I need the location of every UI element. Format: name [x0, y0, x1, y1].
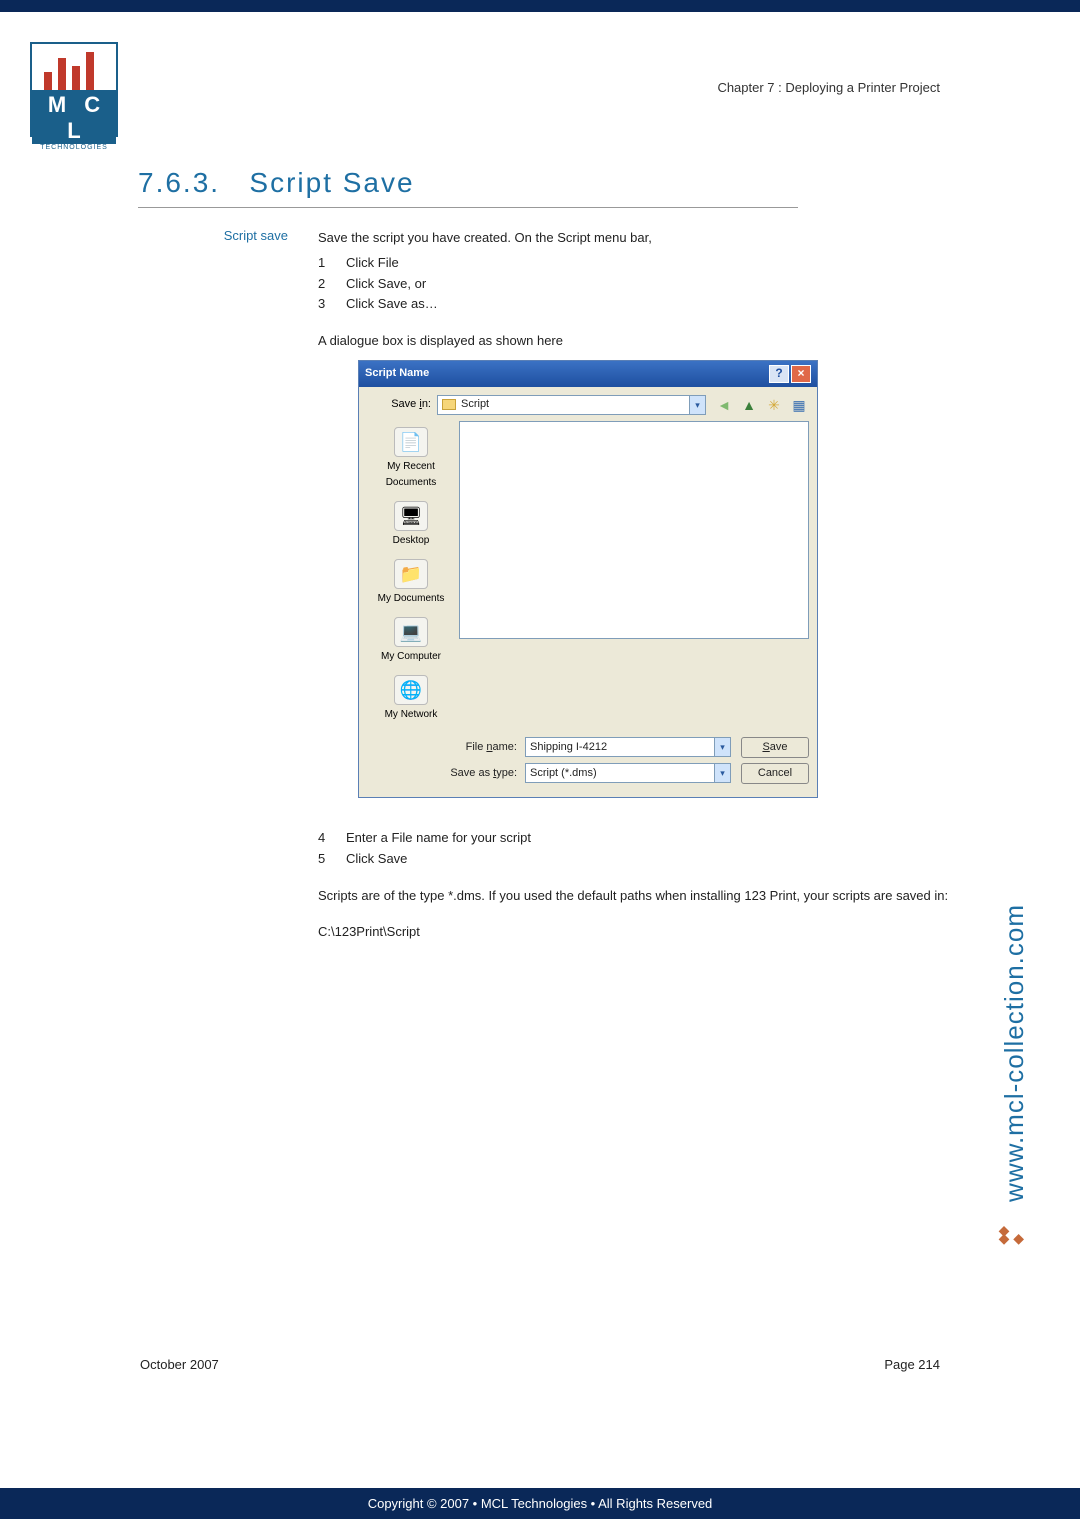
section-number: 7.6.3.	[138, 167, 220, 198]
section-name: Script Save	[249, 167, 414, 198]
place-recent[interactable]: 📄My Recent Documents	[367, 427, 455, 491]
dialog-titlebar: Script Name ? ×	[359, 361, 817, 387]
file-name-label: File name:	[367, 739, 525, 757]
save-in-value: Script	[461, 396, 489, 414]
new-folder-icon[interactable]: ✳	[764, 395, 784, 415]
file-list-area[interactable]	[459, 421, 809, 639]
dialog-note: A dialogue box is displayed as shown her…	[318, 331, 950, 352]
footer-page: Page 214	[884, 1357, 940, 1372]
file-name-input[interactable]: Shipping I-4212 ▾	[525, 737, 731, 757]
logo-subtext: TECHNOLOGIES	[32, 144, 116, 151]
logo-initials: M C L	[32, 90, 116, 144]
body-text: Save the script you have created. On the…	[318, 228, 950, 943]
mcl-logo: M C L TECHNOLOGIES	[30, 42, 118, 137]
chevron-down-icon[interactable]: ▾	[689, 396, 705, 414]
section-title: 7.6.3. Script Save	[138, 167, 950, 199]
place-mydocs[interactable]: 📁My Documents	[378, 559, 445, 607]
steps-list-2: 4Enter a File name for your script 5Clic…	[318, 828, 950, 870]
copyright-bar: Copyright © 2007 • MCL Technologies • Al…	[0, 1488, 1080, 1519]
footer-date: October 2007	[140, 1357, 219, 1372]
close-icon[interactable]: ×	[791, 365, 811, 383]
section-divider	[138, 207, 798, 208]
up-icon[interactable]: ▲	[739, 395, 759, 415]
code-path: C:\123Print\Script	[318, 922, 950, 943]
help-icon[interactable]: ?	[769, 365, 789, 383]
place-desktop[interactable]: 🖥Desktop	[393, 501, 430, 549]
dialog-toolbar: ◄ ▲ ✳ ▦	[714, 395, 809, 415]
page: M C L TECHNOLOGIES Chapter 7 : Deploying…	[0, 12, 1080, 1432]
chevron-down-icon[interactable]: ▾	[714, 764, 730, 782]
save-in-combo[interactable]: Script ▾	[437, 395, 706, 415]
side-dots-icon: ◆◆ ◆	[999, 1226, 1024, 1242]
chapter-heading: Chapter 7 : Deploying a Printer Project	[717, 80, 940, 95]
top-accent-bar	[0, 0, 1080, 12]
save-in-label: Save in:	[367, 396, 437, 414]
place-mycomputer[interactable]: 💻My Computer	[381, 617, 441, 665]
save-dialog: Script Name ? × Save in: Script ▾	[358, 360, 818, 798]
save-type-combo[interactable]: Script (*.dms) ▾	[525, 763, 731, 783]
save-button[interactable]: Save	[741, 737, 809, 758]
place-mynetwork[interactable]: 🌐My Network	[385, 675, 438, 723]
save-type-label: Save as type:	[367, 765, 525, 783]
intro-line: Save the script you have created. On the…	[318, 228, 950, 249]
folder-icon	[442, 399, 456, 410]
cancel-button[interactable]: Cancel	[741, 763, 809, 784]
chevron-down-icon[interactable]: ▾	[714, 738, 730, 756]
steps-list-1: 1Click File 2Click Save, or 3Click Save …	[318, 253, 950, 315]
dialog-title: Script Name	[365, 365, 767, 383]
margin-label: Script save	[138, 228, 318, 943]
back-icon[interactable]: ◄	[714, 395, 734, 415]
places-bar: 📄My Recent Documents 🖥Desktop 📁My Docume…	[367, 421, 455, 729]
footer-meta: October 2007 Page 214	[140, 1357, 940, 1372]
path-note: Scripts are of the type *.dms. If you us…	[318, 886, 950, 907]
side-url: www.mcl-collection.com	[999, 904, 1030, 1202]
views-icon[interactable]: ▦	[789, 395, 809, 415]
